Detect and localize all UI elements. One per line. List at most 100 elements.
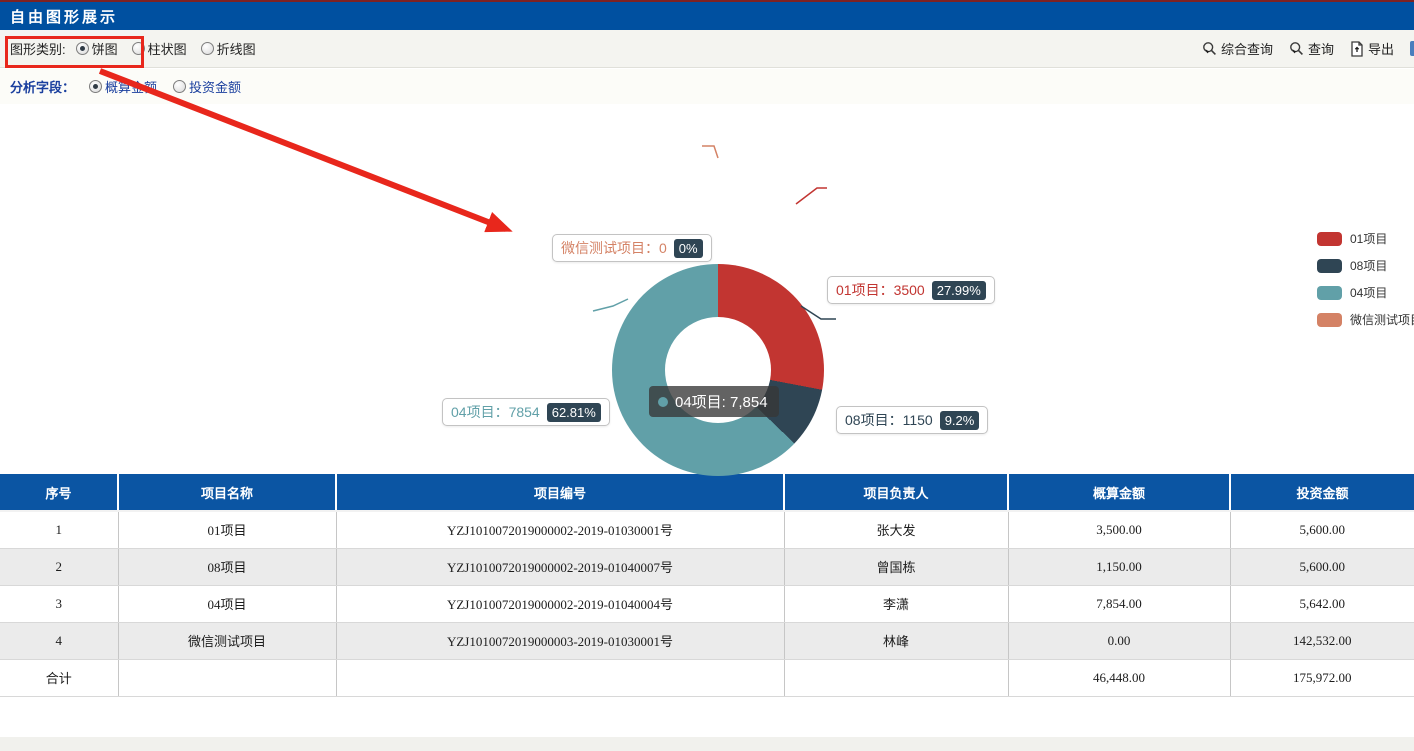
header-项目负责人: 项目负责人 — [784, 474, 1008, 511]
cell-project-name: 08项目 — [118, 548, 336, 585]
legend-swatch — [1317, 232, 1342, 246]
pie-label-01: 01项目：3500 27.99% — [827, 276, 995, 304]
cell-investment-amount: 5,600.00 — [1230, 548, 1414, 585]
legend-swatch — [1317, 286, 1342, 300]
combined-query-label[interactable]: 综合查询 — [1221, 39, 1273, 58]
cell-project-name: 01项目 — [118, 511, 336, 548]
pie-label-wechat-percent: 0% — [674, 239, 703, 258]
cell-estimate-amount: 3,500.00 — [1008, 511, 1230, 548]
chart-area: 微信测试项目：0 0% 01项目：3500 27.99% 08项目：1150 9… — [0, 104, 1414, 474]
search-icon — [1289, 41, 1304, 56]
table-row: 2 08项目 YZJ1010072019000002-2019-01040007… — [0, 548, 1414, 585]
pie-label-wechat: 微信测试项目：0 0% — [552, 234, 712, 262]
cell-investment-amount: 142,532.00 — [1230, 622, 1414, 659]
cell-project-code: YZJ1010072019000002-2019-01040004号 — [336, 585, 784, 622]
query-button[interactable]: 查询 — [1289, 39, 1334, 58]
cell-investment-amount: 5,600.00 — [1230, 511, 1414, 548]
page: 自由图形展示 图形类别: 饼图 柱状图 折线图 综合查询 — [0, 0, 1414, 751]
pie-label-04-text: 04项目：7854 — [451, 402, 540, 422]
header-投资金额: 投资金额 — [1230, 474, 1414, 511]
radio-investment-icon[interactable] — [173, 80, 186, 93]
pie-label-04: 04项目：7854 62.81% — [442, 398, 610, 426]
cell-seq: 4 — [0, 622, 118, 659]
chart-type-toolbar: 图形类别: 饼图 柱状图 折线图 综合查询 查询 — [0, 30, 1414, 68]
annotation-highlight-box — [5, 36, 144, 68]
radio-line-chart[interactable]: 折线图 — [201, 39, 256, 58]
cell-empty — [118, 659, 336, 696]
legend-item-wechat[interactable]: 微信测试项目 — [1317, 311, 1414, 328]
legend-swatch — [1317, 313, 1342, 327]
radio-line-icon[interactable] — [201, 42, 214, 55]
export-label[interactable]: 导出 — [1368, 39, 1394, 58]
tooltip-text: 04项目: 7,854 — [675, 391, 768, 412]
radio-estimate-amount[interactable]: 概算金额 — [89, 77, 157, 96]
header-序号: 序号 — [0, 474, 118, 511]
cell-investment-amount: 5,642.00 — [1230, 585, 1414, 622]
query-label[interactable]: 查询 — [1308, 39, 1334, 58]
chart-legend: 01项目 08项目 04项目 微信测试项目 — [1317, 230, 1414, 328]
legend-label: 08项目 — [1350, 257, 1387, 274]
combined-query-button[interactable]: 综合查询 — [1202, 39, 1273, 58]
search-icon — [1202, 41, 1217, 56]
cell-project-code: YZJ1010072019000003-2019-01030001号 — [336, 622, 784, 659]
pie-label-01-text: 01项目：3500 — [836, 280, 925, 300]
page-title: 自由图形展示 — [10, 6, 118, 27]
toolbar-actions: 综合查询 查询 导出 — [1202, 39, 1406, 58]
cell-empty — [336, 659, 784, 696]
cell-project-owner: 张大发 — [784, 511, 1008, 548]
table-total-row: 合计 46,448.00 175,972.00 — [0, 659, 1414, 696]
legend-swatch — [1317, 259, 1342, 273]
radio-investment-label[interactable]: 投资金额 — [189, 77, 241, 96]
donut-chart[interactable] — [612, 264, 824, 476]
analysis-field-label: 分析字段： — [10, 77, 75, 96]
header-概算金额: 概算金额 — [1008, 474, 1230, 511]
bottom-strip — [0, 737, 1414, 751]
cell-project-owner: 林峰 — [784, 622, 1008, 659]
tooltip-series-dot — [658, 397, 668, 407]
clipped-icon[interactable] — [1410, 41, 1414, 56]
legend-item-01[interactable]: 01项目 — [1317, 230, 1414, 247]
cell-total-investment: 175,972.00 — [1230, 659, 1414, 696]
pie-label-wechat-text: 微信测试项目：0 — [561, 238, 667, 258]
cell-total-estimate: 46,448.00 — [1008, 659, 1230, 696]
radio-estimate-label[interactable]: 概算金额 — [105, 77, 157, 96]
legend-label: 04项目 — [1350, 284, 1387, 301]
cell-estimate-amount: 0.00 — [1008, 622, 1230, 659]
header-项目编号: 项目编号 — [336, 474, 784, 511]
pie-label-04-percent: 62.81% — [547, 403, 601, 422]
legend-item-04[interactable]: 04项目 — [1317, 284, 1414, 301]
cell-project-name: 微信测试项目 — [118, 622, 336, 659]
cell-estimate-amount: 7,854.00 — [1008, 585, 1230, 622]
export-icon — [1350, 41, 1364, 57]
cell-empty — [784, 659, 1008, 696]
radio-bar-label[interactable]: 柱状图 — [148, 39, 187, 58]
cell-seq: 3 — [0, 585, 118, 622]
cell-project-owner: 曾国栋 — [784, 548, 1008, 585]
analysis-field-toolbar: 分析字段： 概算金额 投资金额 — [0, 69, 1414, 104]
cell-project-code: YZJ1010072019000002-2019-01030001号 — [336, 511, 784, 548]
legend-label: 微信测试项目 — [1350, 311, 1414, 328]
export-button[interactable]: 导出 — [1350, 39, 1394, 58]
radio-estimate-icon[interactable] — [89, 80, 102, 93]
cell-seq: 1 — [0, 511, 118, 548]
table-row: 3 04项目 YZJ1010072019000002-2019-01040004… — [0, 585, 1414, 622]
cell-estimate-amount: 1,150.00 — [1008, 548, 1230, 585]
cell-total-label: 合计 — [0, 659, 118, 696]
legend-item-08[interactable]: 08项目 — [1317, 257, 1414, 274]
pie-label-08: 08项目：1150 9.2% — [836, 406, 988, 434]
table-row: 4 微信测试项目 YZJ1010072019000003-2019-010300… — [0, 622, 1414, 659]
table-header-row: 序号 项目名称 项目编号 项目负责人 概算金额 投资金额 — [0, 474, 1414, 511]
pie-label-08-percent: 9.2% — [940, 411, 980, 430]
title-bar: 自由图形展示 — [0, 2, 1414, 30]
cell-project-name: 04项目 — [118, 585, 336, 622]
project-table: 序号 项目名称 项目编号 项目负责人 概算金额 投资金额 1 01项目 YZJ1… — [0, 474, 1414, 697]
radio-line-label[interactable]: 折线图 — [217, 39, 256, 58]
table-row: 1 01项目 YZJ1010072019000002-2019-01030001… — [0, 511, 1414, 548]
cell-seq: 2 — [0, 548, 118, 585]
radio-investment-amount[interactable]: 投资金额 — [173, 77, 241, 96]
cell-project-owner: 李潇 — [784, 585, 1008, 622]
cell-project-code: YZJ1010072019000002-2019-01040007号 — [336, 548, 784, 585]
pie-label-01-percent: 27.99% — [932, 281, 986, 300]
legend-label: 01项目 — [1350, 230, 1387, 247]
header-项目名称: 项目名称 — [118, 474, 336, 511]
